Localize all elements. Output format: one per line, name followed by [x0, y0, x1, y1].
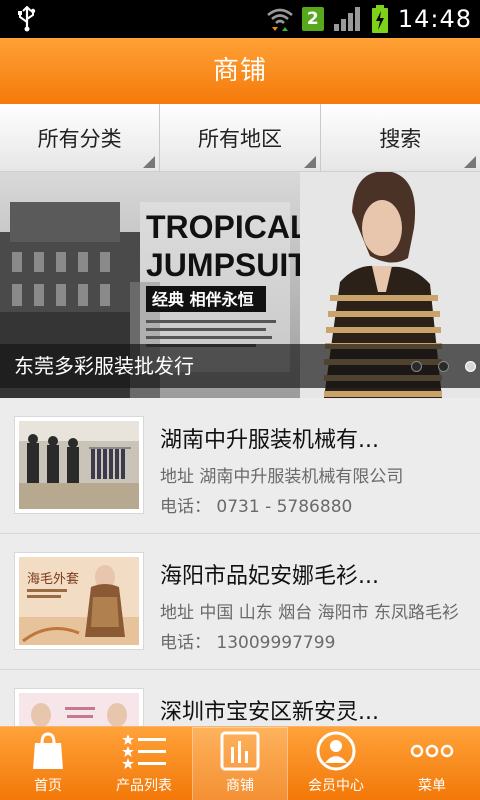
filter-search-label: 搜索 — [379, 127, 422, 151]
notification-badge: 2 — [301, 7, 324, 31]
shop-address: 地址 中国 山东 烟台 海阳市 东凤路毛衫 — [160, 603, 460, 623]
shop-name: 海阳市品妃安娜毛衫... — [160, 564, 379, 589]
shop-list-item[interactable]: 深圳市宝安区新安灵... — [0, 670, 480, 726]
star-list-icon — [122, 729, 166, 773]
more-dots-icon — [410, 729, 454, 773]
shop-list: 湖南中升服装机械有... 地址 湖南中升服装机械有限公司 电话： 0731 - … — [0, 398, 480, 726]
dropdown-corner-icon — [463, 156, 476, 168]
shop-thumbnail — [14, 688, 144, 726]
nav-menu-label: 菜单 — [418, 778, 446, 794]
battery-charging-icon — [371, 5, 388, 33]
nav-home[interactable]: 首页 — [0, 727, 96, 800]
nav-home-label: 首页 — [34, 778, 62, 794]
shop-bars-icon — [218, 729, 262, 773]
filter-region-label: 所有地区 — [197, 127, 282, 151]
shop-list-item[interactable]: 湖南中升服装机械有... 地址 湖南中升服装机械有限公司 电话： 0731 - … — [0, 398, 480, 534]
banner-caption-bar: 东莞多彩服装批发行 — [0, 344, 480, 388]
user-icon — [314, 729, 358, 773]
shop-list-item[interactable]: 海毛外套 海阳市品妃安娜毛衫... 地址 中国 山东 烟台 海阳市 东凤路毛衫 … — [0, 534, 480, 670]
clock: 14:48 — [397, 5, 472, 33]
page-title: 商铺 — [212, 56, 267, 86]
shop-phone: 电话： 13009997799 — [160, 633, 336, 653]
filter-bar: 所有分类 所有地区 搜索 — [0, 104, 480, 172]
filter-region[interactable]: 所有地区 — [160, 104, 321, 172]
wifi-icon — [266, 8, 293, 31]
app-screen: 2 14:48 商铺 所有分类 所有地区 搜索 TROPICAL JUMPSUI… — [0, 0, 480, 800]
banner-headline-1: TROPICAL — [146, 209, 310, 245]
shop-name: 深圳市宝安区新安灵... — [160, 700, 379, 725]
dropdown-corner-icon — [143, 156, 156, 168]
bottom-nav: 首页 产品列表 商铺 会员中心 菜单 — [0, 726, 480, 800]
carousel-indicators — [411, 344, 476, 388]
shop-thumbnail: 海毛外套 — [14, 552, 144, 650]
banner-caption: 东莞多彩服装批发行 — [14, 354, 194, 378]
nav-products-label: 产品列表 — [116, 778, 172, 794]
nav-products[interactable]: 产品列表 — [96, 727, 192, 800]
shopping-bag-icon — [26, 729, 70, 773]
carousel-dot-active[interactable] — [465, 360, 476, 372]
shop-name: 湖南中升服装机械有... — [160, 428, 379, 453]
nav-shops[interactable]: 商铺 — [192, 727, 288, 800]
filter-search[interactable]: 搜索 — [321, 104, 480, 172]
thumb-promo-text: 海毛外套 — [27, 571, 79, 587]
shop-thumbnail — [14, 416, 144, 514]
status-icons: 2 14:48 — [266, 0, 472, 38]
shop-thumbnail-image — [19, 421, 139, 509]
nav-menu[interactable]: 菜单 — [384, 727, 480, 800]
carousel-dot[interactable] — [438, 360, 449, 372]
nav-member[interactable]: 会员中心 — [288, 727, 384, 800]
banner-carousel[interactable]: TROPICAL JUMPSUIT 经典 相伴永恒 东莞多彩服装批发行 — [0, 172, 480, 398]
status-bar: 2 14:48 — [0, 0, 480, 38]
title-bar: 商铺 — [0, 38, 480, 104]
signal-icon — [333, 7, 360, 31]
filter-category[interactable]: 所有分类 — [0, 104, 161, 172]
shop-phone: 电话： 0731 - 5786880 — [160, 497, 353, 517]
shop-thumbnail-image — [19, 693, 139, 726]
shop-thumbnail-image: 海毛外套 — [19, 557, 139, 645]
nav-member-label: 会员中心 — [308, 778, 364, 794]
shop-address: 地址 湖南中升服装机械有限公司 — [160, 467, 404, 487]
banner-tagline: 经典 相伴永恒 — [152, 290, 254, 309]
filter-category-label: 所有分类 — [37, 127, 122, 151]
nav-shops-label: 商铺 — [226, 778, 254, 794]
dropdown-corner-icon — [303, 156, 316, 168]
carousel-dot[interactable] — [411, 360, 422, 372]
banner-headline-2: JUMPSUIT — [146, 247, 308, 283]
usb-icon — [18, 6, 36, 32]
